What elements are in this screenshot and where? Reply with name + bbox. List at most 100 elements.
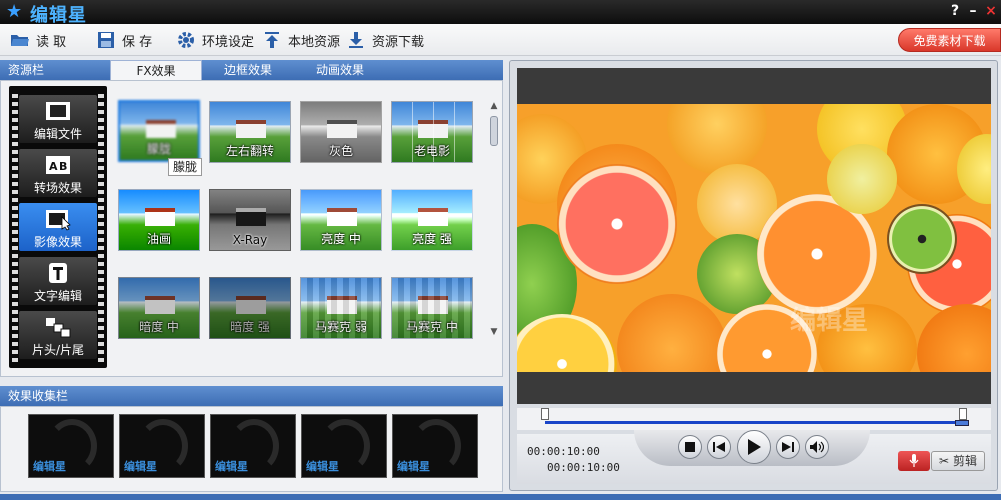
effect-label: 亮度 中 — [321, 232, 361, 246]
star-logo-icon: ★ — [6, 1, 23, 22]
effect-label: 灰色 — [328, 144, 353, 158]
scrollbar-thumb[interactable] — [490, 116, 498, 146]
save-label: 保 存 — [122, 34, 153, 50]
video-preview — [517, 104, 991, 372]
house-thumbnail — [145, 296, 175, 314]
house-thumbnail — [145, 208, 175, 226]
collection-panel-header: 效果收集栏 — [0, 386, 503, 406]
download-resources-button[interactable]: 资源下载 — [346, 28, 424, 52]
folder-open-icon — [11, 35, 29, 46]
effects-scrollbar[interactable]: ▲ ▼ — [488, 100, 500, 338]
house-thumbnail — [327, 120, 357, 138]
volume-button[interactable] — [805, 435, 829, 459]
text-icon — [49, 263, 67, 283]
svg-text:B: B — [59, 160, 67, 173]
scissors-icon: ✂ — [939, 454, 950, 468]
free-assets-download-button[interactable]: 免费素材下载 — [898, 28, 1001, 52]
effect-thumb-blur[interactable]: 朦胧 — [118, 100, 200, 162]
timeline[interactable] — [517, 408, 991, 430]
effect-thumb-mosaic-weak[interactable]: 马赛克 弱 — [300, 277, 382, 339]
step-back-icon — [713, 442, 725, 452]
stop-button[interactable] — [678, 435, 702, 459]
tab-animation-effects[interactable]: 动画效果 — [294, 60, 386, 80]
download-arrow-icon — [349, 32, 363, 48]
effect-thumb-darkness-strong[interactable]: 暗度 强 — [209, 277, 291, 339]
download-resources-label: 资源下载 — [372, 34, 425, 50]
cut-button[interactable]: ✂ 剪辑 — [931, 451, 985, 471]
settings-label: 环境设定 — [202, 34, 255, 50]
effect-thumb-xray[interactable]: X-Ray — [209, 189, 291, 251]
collection-slot[interactable]: 编辑星 — [301, 414, 387, 478]
effect-thumb-mosaic-medium[interactable]: 马赛克 中 — [391, 277, 473, 339]
title-bar: ★ 编辑星 ? – × — [0, 0, 1001, 26]
svg-text:A: A — [49, 160, 58, 173]
save-button[interactable]: 保 存 — [96, 28, 152, 52]
house-thumbnail — [327, 208, 357, 226]
current-time: 00:00:10:00 — [527, 445, 600, 458]
record-voice-button[interactable] — [898, 451, 930, 471]
effect-thumb-oil-painting[interactable]: 油画 — [118, 189, 200, 251]
main-toolbar: 读 取 保 存 环境设定 本地资源 资源下载 免费素材下载 — [0, 24, 1001, 56]
category-label: 文字编辑 — [33, 289, 82, 303]
image-effect-icon — [46, 210, 71, 231]
minimize-button[interactable]: – — [965, 3, 981, 19]
house-thumbnail — [236, 296, 266, 314]
scroll-down-arrow-icon[interactable]: ▼ — [488, 326, 500, 338]
house-thumbnail — [327, 296, 357, 314]
status-bar — [0, 494, 1001, 500]
tab-border-effects[interactable]: 边框效果 — [202, 60, 294, 80]
play-button[interactable] — [737, 430, 771, 464]
effect-thumb-flip[interactable]: 左右翻转 — [209, 101, 291, 163]
category-text-edit[interactable]: 文字编辑 — [19, 257, 97, 305]
collection-slot[interactable]: 编辑星 — [210, 414, 296, 478]
effect-label: 马赛克 弱 — [315, 320, 367, 334]
effect-thumb-brightness-medium[interactable]: 亮度 中 — [300, 189, 382, 251]
tab-fx-effects[interactable]: FX效果 — [110, 60, 202, 80]
collection-slot[interactable]: 编辑星 — [392, 414, 478, 478]
effect-thumb-old-film[interactable]: 老电影 — [391, 101, 473, 163]
settings-button[interactable]: 环境设定 — [176, 28, 254, 52]
category-image-effect[interactable]: 影像效果 — [19, 203, 97, 251]
category-edit-file[interactable]: 编辑文件 — [19, 95, 97, 143]
slot-logo: 编辑星 — [397, 460, 430, 473]
timeline-playhead[interactable] — [955, 420, 969, 426]
effect-thumb-darkness-medium[interactable]: 暗度 中 — [118, 277, 200, 339]
effect-thumb-brightness-strong[interactable]: 亮度 强 — [391, 189, 473, 251]
local-resources-label: 本地资源 — [288, 34, 341, 50]
house-thumbnail — [418, 208, 448, 226]
timeline-start-marker[interactable] — [541, 408, 549, 420]
upload-arrow-icon — [265, 32, 279, 48]
collection-slot[interactable]: 编辑星 — [28, 414, 114, 478]
next-frame-button[interactable] — [776, 435, 800, 459]
category-label: 影像效果 — [33, 235, 82, 249]
speaker-icon — [810, 441, 824, 453]
local-resources-button[interactable]: 本地资源 — [262, 28, 340, 52]
ab-transition-icon: AB — [46, 156, 70, 174]
house-thumbnail — [146, 120, 176, 138]
timeline-end-marker[interactable] — [959, 408, 967, 420]
house-thumbnail — [418, 120, 448, 138]
scroll-up-arrow-icon[interactable]: ▲ — [488, 100, 500, 112]
effect-label: 油画 — [146, 232, 171, 246]
step-forward-icon — [782, 442, 794, 452]
category-intro-outro[interactable]: 片头/片尾 — [19, 311, 97, 359]
help-button[interactable]: ? — [947, 3, 963, 19]
intro-outro-icon — [46, 318, 71, 338]
timeline-track[interactable] — [545, 421, 965, 424]
category-label: 转场效果 — [33, 181, 82, 195]
collection-slot[interactable]: 编辑星 — [119, 414, 205, 478]
gear-icon — [178, 32, 194, 48]
slot-logo: 编辑星 — [215, 460, 248, 473]
effect-label: 朦胧 — [146, 142, 171, 156]
read-button[interactable]: 读 取 — [10, 28, 66, 52]
effect-tooltip: 朦胧 — [168, 158, 203, 176]
effect-label: X-Ray — [232, 233, 268, 247]
floppy-disk-icon — [98, 32, 114, 48]
film-icon — [46, 102, 70, 120]
play-icon — [748, 439, 761, 455]
close-button[interactable]: × — [983, 3, 999, 19]
effect-thumb-gray[interactable]: 灰色 — [300, 101, 382, 163]
slot-logo: 编辑星 — [306, 460, 339, 473]
previous-frame-button[interactable] — [707, 435, 731, 459]
category-transition[interactable]: AB 转场效果 — [19, 149, 97, 197]
